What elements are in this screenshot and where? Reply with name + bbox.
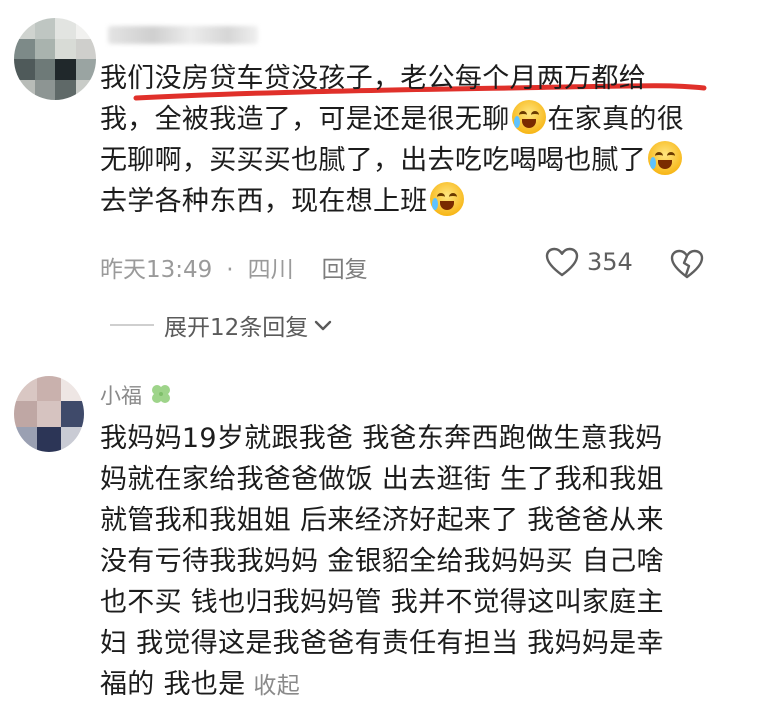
dislike-button[interactable] — [670, 249, 704, 283]
comment1-text: 我们没房贷车贷没孩子，老公每个月两万都给 我，全被我造了，可是还是很无聊 在家真的… — [100, 58, 684, 222]
comment-line: 我妈妈19岁就跟我爸 我爸东奔西跑做生意我妈 — [100, 423, 663, 454]
expand-replies-button[interactable]: 展开12条回复 — [110, 308, 334, 342]
crying-laughing-emoji-icon — [429, 182, 464, 216]
chevron-down-icon — [315, 320, 332, 331]
comment-line: 我，全被我造了，可是还是很无聊 在家真的很 — [100, 99, 684, 140]
comment-line: 福的 我也是 收起 — [100, 669, 300, 700]
reply-button[interactable]: 回复 — [322, 257, 368, 283]
crying-laughing-emoji-icon — [511, 100, 546, 134]
avatar-blurred[interactable] — [14, 376, 84, 452]
timestamp: 昨天13:49 — [100, 257, 213, 283]
location: 四川 — [247, 257, 294, 283]
username[interactable]: 小福 — [100, 380, 173, 410]
comment-line: 去学各种东西，现在想上班 — [100, 181, 684, 222]
comment-line: 无聊啊，买买买也腻了，出去吃吃喝喝也腻了 — [100, 140, 684, 181]
collapse-button[interactable]: 收起 — [253, 673, 300, 699]
avatar-blurred[interactable] — [14, 18, 96, 100]
heart-icon — [545, 247, 579, 277]
comment-line: 我们没房贷车贷没孩子，老公每个月两万都给 — [100, 63, 646, 94]
comment-line: 也不买 钱也归我妈妈管 我并不觉得这叫家庭主 — [100, 587, 664, 618]
username-blurred[interactable] — [108, 26, 258, 44]
comment-line: 就管我和我姐姐 后来经济好起来了 我爸爸从来 — [100, 505, 664, 536]
comment2-text: 我妈妈19岁就跟我爸 我爸东奔西跑做生意我妈 妈就在家给我爸爸做饭 出去逛街 生… — [100, 418, 664, 705]
like-button[interactable]: 354 — [545, 247, 633, 277]
broken-heart-icon — [670, 249, 704, 279]
divider-dash — [110, 324, 154, 326]
separator-dot: · — [226, 257, 234, 283]
comment-line: 没有亏待我我妈妈 金银貂全给我妈妈买 自己啥 — [100, 546, 664, 577]
comment1-meta: 昨天13:49 · 四川 回复 — [100, 250, 382, 284]
comment-line: 妇 我觉得这是我爸爸有责任有担当 我妈妈是幸 — [100, 628, 664, 659]
four-leaf-clover-icon — [151, 385, 170, 403]
expand-replies-label: 展开12条回复 — [164, 315, 309, 341]
comment-line: 妈就在家给我爸爸做饭 出去逛街 生了我和我姐 — [100, 464, 664, 495]
like-count: 354 — [587, 248, 633, 276]
crying-laughing-emoji-icon — [648, 141, 682, 175]
